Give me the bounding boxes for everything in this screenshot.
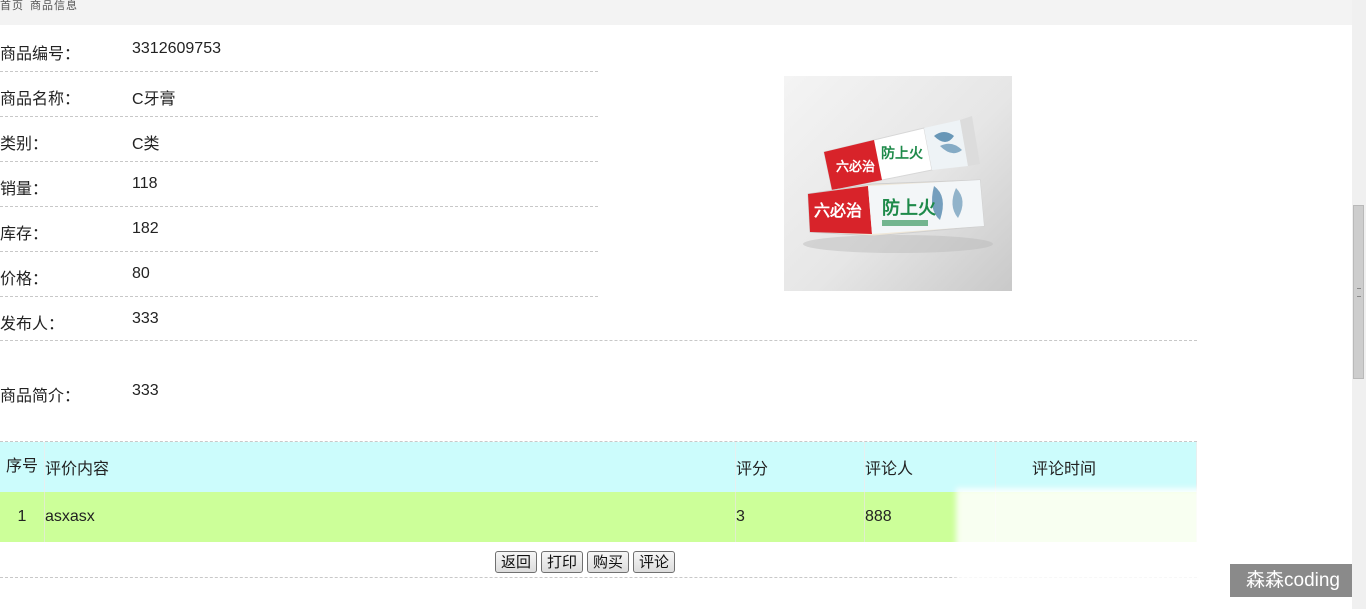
watermark: 森森coding <box>1230 564 1356 597</box>
toothpaste-illustration: 六必治 防上火 六必治 防上火 <box>803 116 993 253</box>
field-label: 销量： <box>0 181 49 198</box>
header-time: 评论时间 <box>995 442 1197 492</box>
tube-title-text: 防上火 <box>881 145 924 162</box>
field-value: 182 <box>132 220 159 237</box>
description-value: 333 <box>132 382 159 399</box>
back-button[interactable]: 返回 <box>495 551 538 573</box>
box-brand-text: 六必治 <box>814 201 862 220</box>
print-button[interactable]: 打印 <box>541 551 584 573</box>
header-reviewer: 评论人 <box>864 442 996 492</box>
field-value: 3312609753 <box>132 40 221 57</box>
field-value: 118 <box>132 175 158 192</box>
buy-button[interactable]: 购买 <box>587 551 630 573</box>
field-label: 商品编号： <box>0 46 81 63</box>
comment-button[interactable]: 评论 <box>633 551 676 573</box>
breadcrumb-current: 商品信息 <box>30 0 78 12</box>
field-value: C牙膏 <box>132 91 176 108</box>
info-row-price: 价格： 80 <box>0 251 598 297</box>
header-content: 评价内容 <box>44 442 736 492</box>
box-title-text: 防上火 <box>882 197 937 219</box>
info-row-publisher: 发布人： 333 <box>0 296 598 341</box>
info-row-category: 类别： C类 <box>0 116 598 162</box>
header-no: 序号 <box>0 442 45 492</box>
breadcrumb-home[interactable]: 首页 <box>0 0 24 12</box>
tube-brand-text: 六必治 <box>836 159 875 175</box>
field-value: 80 <box>132 265 150 282</box>
field-value: C类 <box>132 136 160 153</box>
field-label: 价格： <box>0 271 49 288</box>
cell-score: 3 <box>735 492 865 542</box>
cell-no: 1 <box>0 492 45 542</box>
info-row-sales: 销量： 118 <box>0 161 598 207</box>
info-row-stock: 库存： 182 <box>0 206 598 252</box>
field-label: 发布人： <box>0 316 65 333</box>
product-image: 六必治 防上火 六必治 防上火 <box>784 76 1012 291</box>
vertical-scrollbar[interactable] <box>1352 0 1366 609</box>
description-label: 商品简介： <box>0 388 81 405</box>
field-label: 库存： <box>0 226 49 243</box>
divider <box>0 340 1197 341</box>
action-bar: 返回 打印 购买 评论 <box>495 551 679 573</box>
table-header-row: 序号 评价内容 评分 评论人 评论时间 <box>0 442 1197 492</box>
info-row-id: 商品编号： 3312609753 <box>0 26 598 72</box>
field-label: 商品名称： <box>0 91 81 108</box>
field-label: 类别： <box>0 136 49 153</box>
info-row-name: 商品名称： C牙膏 <box>0 71 598 117</box>
header-score: 评分 <box>735 442 865 492</box>
cell-content: asxasx <box>44 492 736 542</box>
breadcrumb: 首页 商品信息 <box>0 0 1352 25</box>
scroll-thumb[interactable] <box>1353 205 1364 379</box>
grip-icon <box>1357 288 1361 297</box>
field-value: 333 <box>132 310 159 327</box>
